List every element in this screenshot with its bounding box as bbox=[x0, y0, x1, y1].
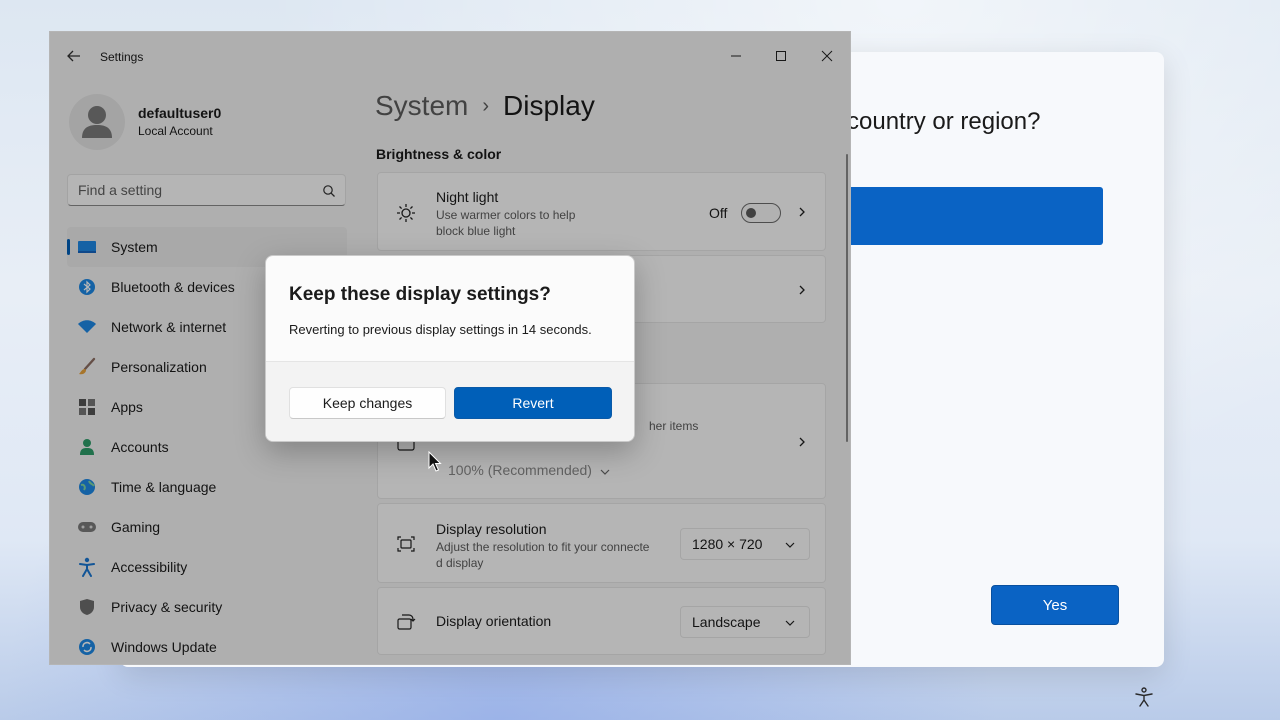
revert-button[interactable]: Revert bbox=[454, 387, 612, 419]
mouse-cursor-icon bbox=[428, 451, 442, 472]
keep-changes-button[interactable]: Keep changes bbox=[289, 387, 446, 419]
accessibility-icon[interactable] bbox=[1133, 686, 1155, 708]
keep-display-settings-dialog: Keep these display settings? Reverting t… bbox=[265, 255, 635, 442]
oobe-yes-button[interactable]: Yes bbox=[991, 585, 1119, 625]
oobe-selection-list[interactable] bbox=[820, 187, 1103, 245]
dialog-message: Reverting to previous display settings i… bbox=[289, 322, 592, 337]
oobe-question: country or region? bbox=[847, 108, 1041, 135]
dialog-title: Keep these display settings? bbox=[289, 284, 551, 305]
dialog-footer: Keep changes Revert bbox=[266, 361, 634, 441]
